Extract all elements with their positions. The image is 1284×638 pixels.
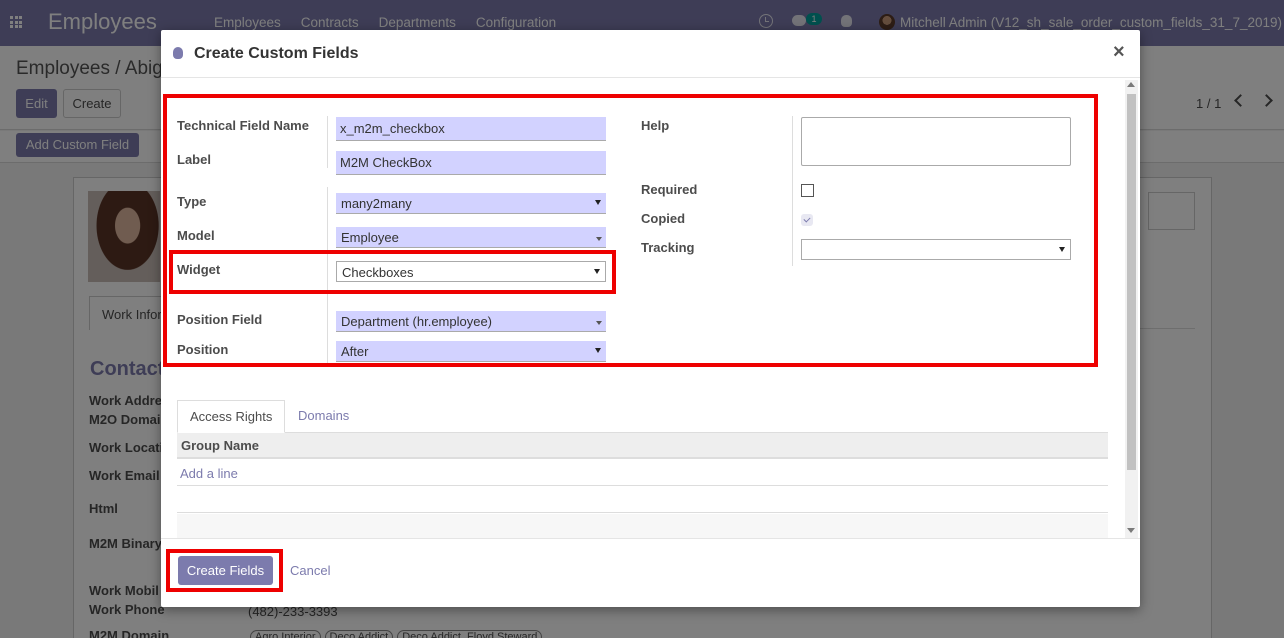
tab-access-rights[interactable]: Access Rights — [177, 400, 285, 433]
highlight-fields-box — [163, 94, 1098, 367]
tab-domains[interactable]: Domains — [298, 408, 349, 423]
cancel-button[interactable]: Cancel — [290, 563, 330, 578]
dialog-title: Create Custom Fields — [194, 45, 359, 62]
highlight-widget-box — [169, 250, 616, 294]
add-a-line-link[interactable]: Add a line — [177, 460, 1108, 486]
table-header-group-name[interactable]: Group Name — [177, 433, 1108, 459]
dialog-footer-divider — [161, 538, 1140, 539]
close-icon[interactable]: × — [1113, 42, 1125, 62]
scroll-up-arrow-icon[interactable] — [1127, 82, 1135, 87]
debug-bug-icon — [173, 47, 183, 59]
create-fields-button[interactable]: Create Fields — [178, 556, 273, 585]
scroll-down-arrow-icon[interactable] — [1127, 528, 1135, 533]
table-row — [177, 514, 1108, 538]
scrollbar-thumb[interactable] — [1127, 94, 1136, 470]
table-row — [177, 487, 1108, 513]
